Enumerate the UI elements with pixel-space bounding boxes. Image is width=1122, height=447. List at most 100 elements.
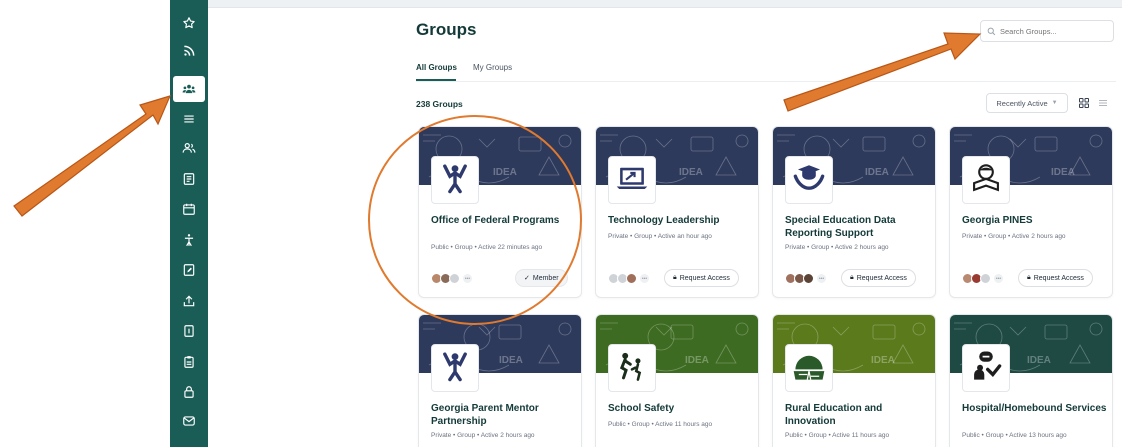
mail-icon — [183, 416, 195, 426]
sidebar-item-people[interactable] — [173, 135, 205, 161]
member-button[interactable]: ✓ Member — [515, 269, 568, 287]
sidebar-item-menu[interactable] — [173, 106, 205, 132]
tab-all-groups[interactable]: All Groups — [416, 63, 457, 72]
group-card[interactable]: IDEA Hospital/Homebound Services Public … — [949, 314, 1113, 447]
sidebar-item-notes[interactable] — [173, 257, 205, 283]
request-access-button[interactable]: 🔒︎ Request Access — [664, 269, 739, 287]
group-avatar[interactable] — [608, 344, 656, 392]
group-card[interactable]: IDEA Technology Leadership Private • Gro… — [595, 126, 759, 298]
calendar-icon — [183, 203, 195, 215]
lock-icon: 🔒︎ — [673, 274, 677, 281]
svg-text:IDEA: IDEA — [493, 167, 517, 178]
person-celebrate-icon — [438, 161, 472, 200]
group-meta: Public • Group • Active 22 minutes ago — [431, 244, 543, 251]
sort-dropdown[interactable]: Recently Active ▼ — [986, 93, 1068, 113]
rss-icon — [184, 45, 195, 56]
search-box[interactable] — [980, 20, 1114, 42]
sidebar-item-resources[interactable] — [173, 318, 205, 344]
laptop-icon — [615, 161, 649, 200]
group-meta: Private • Group • Active 2 hours ago — [785, 244, 889, 251]
group-name[interactable]: School Safety — [608, 403, 756, 416]
group-name[interactable]: Hospital/Homebound Services — [962, 403, 1110, 416]
group-name[interactable]: Special Education Data Reporting Support — [785, 215, 933, 240]
member-avatars[interactable]: ••• — [785, 273, 827, 284]
request-access-button[interactable]: 🔒︎ Request Access — [1018, 269, 1093, 287]
tabs-divider — [416, 81, 1116, 82]
star-icon — [183, 17, 195, 29]
svg-text:IDEA: IDEA — [1051, 167, 1075, 178]
group-avatar[interactable] — [785, 156, 833, 204]
sidebar-item-documents[interactable] — [173, 166, 205, 192]
grid-icon — [1079, 98, 1089, 108]
search-icon — [987, 27, 996, 35]
sidebar-item-lock[interactable] — [173, 379, 205, 405]
request-access-label: Request Access — [1033, 274, 1084, 282]
group-name[interactable]: Office of Federal Programs — [431, 215, 579, 228]
group-card[interactable]: IDEA Office of Federal Programs Public •… — [418, 126, 582, 298]
group-avatar[interactable] — [962, 156, 1010, 204]
sidebar-item-messages[interactable] — [173, 408, 205, 434]
group-name[interactable]: Technology Leadership — [608, 215, 756, 228]
crossing-icon — [615, 349, 649, 388]
group-count: 238 Groups — [416, 99, 463, 109]
check-icon: ✓ — [524, 275, 530, 282]
lock-icon: 🔒︎ — [850, 274, 854, 281]
arrow-annotation-left — [13, 95, 172, 217]
group-meta: Private • Group • Active 2 hours ago — [962, 233, 1066, 240]
avatar — [449, 273, 460, 284]
group-avatar[interactable] — [431, 344, 479, 392]
book-icon — [184, 325, 194, 337]
reader-icon — [969, 161, 1003, 200]
more-members-icon: ••• — [462, 273, 473, 284]
group-card[interactable]: IDEA Special Education Data Reporting Su… — [772, 126, 936, 298]
group-name[interactable]: Rural Education and Innovation — [785, 403, 933, 428]
member-button-label: Member — [532, 274, 559, 282]
group-card[interactable]: IDEA Rural Education and Innovation Publ… — [772, 314, 936, 447]
request-access-label: Request Access — [679, 274, 730, 282]
sidebar-item-calendar[interactable] — [173, 196, 205, 222]
svg-text:IDEA: IDEA — [685, 355, 709, 366]
group-meta: Private • Group • Active an hour ago — [608, 233, 712, 240]
svg-text:IDEA: IDEA — [679, 167, 703, 178]
more-members-icon: ••• — [816, 273, 827, 284]
lock-icon — [184, 386, 194, 398]
member-avatars[interactable]: ••• — [962, 273, 1004, 284]
group-name[interactable]: Georgia PINES — [962, 215, 1110, 228]
clipboard-icon — [184, 356, 194, 368]
group-avatar[interactable] — [962, 344, 1010, 392]
group-card[interactable]: IDEA Georgia Parent Mentor Partnership P… — [418, 314, 582, 447]
more-members-icon: ••• — [639, 273, 650, 284]
sort-label: Recently Active — [996, 98, 1048, 108]
list-view-button[interactable] — [1095, 95, 1111, 111]
tab-my-groups[interactable]: My Groups — [473, 63, 512, 72]
group-avatar[interactable] — [785, 344, 833, 392]
sidebar — [170, 0, 208, 447]
sidebar-item-star[interactable] — [173, 10, 205, 36]
group-avatar[interactable] — [431, 156, 479, 204]
sidebar-item-accessibility[interactable] — [173, 227, 205, 253]
sidebar-item-groups[interactable] — [173, 76, 205, 102]
patient-icon — [969, 349, 1003, 388]
request-access-button[interactable]: 🔒︎ Request Access — [841, 269, 916, 287]
people-icon — [182, 143, 196, 153]
accessibility-icon — [184, 234, 194, 247]
sidebar-item-feed[interactable] — [173, 38, 205, 64]
edit-note-icon — [183, 264, 195, 276]
group-card[interactable]: IDEA Georgia PINES Private • Group • Act… — [949, 126, 1113, 298]
person-celebrate-icon — [438, 349, 472, 388]
group-meta: Public • Group • Active 11 hours ago — [785, 432, 890, 439]
request-access-label: Request Access — [856, 274, 907, 282]
grid-view-button[interactable] — [1076, 95, 1092, 111]
page-title: Groups — [416, 20, 477, 39]
member-avatars[interactable]: ••• — [431, 273, 473, 284]
sidebar-item-clipboard[interactable] — [173, 349, 205, 375]
search-input[interactable] — [1000, 26, 1110, 36]
group-card[interactable]: IDEA School Safety Public • Group • Acti… — [595, 314, 759, 447]
member-avatars[interactable]: ••• — [608, 273, 650, 284]
sidebar-item-upload[interactable] — [173, 288, 205, 314]
upload-icon — [183, 295, 195, 307]
app-window: Groups All Groups My Groups 238 Groups R… — [0, 0, 1122, 447]
more-members-icon: ••• — [993, 273, 1004, 284]
group-name[interactable]: Georgia Parent Mentor Partnership — [431, 403, 579, 428]
group-avatar[interactable] — [608, 156, 656, 204]
